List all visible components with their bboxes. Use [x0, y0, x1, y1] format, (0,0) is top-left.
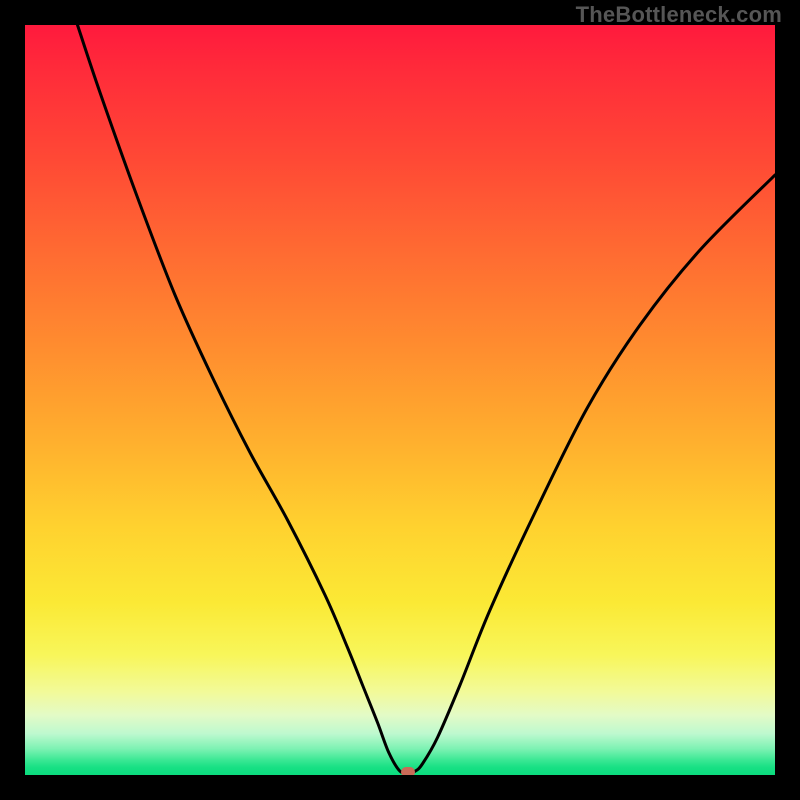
chart-frame: TheBottleneck.com [0, 0, 800, 800]
optimum-marker [401, 767, 415, 775]
watermark-text: TheBottleneck.com [576, 2, 782, 28]
plot-area [25, 25, 775, 775]
bottleneck-curve-path [78, 25, 776, 773]
curve-svg [25, 25, 775, 775]
